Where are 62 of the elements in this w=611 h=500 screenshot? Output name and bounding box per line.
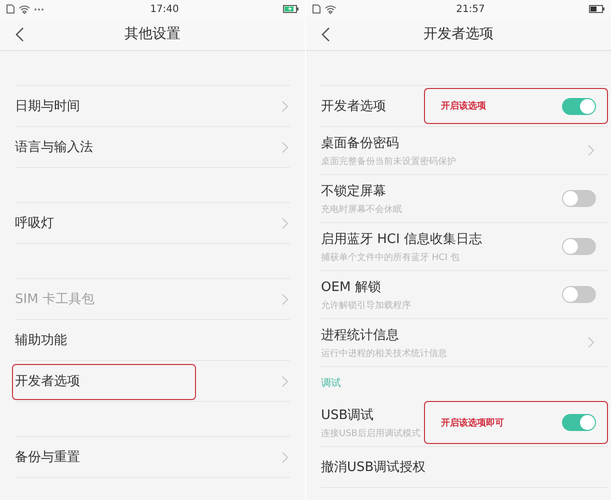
row-label: SIM 卡工具包 (15, 291, 94, 308)
row-label: 辅助功能 (15, 332, 67, 349)
row-label: 备份与重置 (15, 449, 80, 466)
chevron-icon (282, 142, 288, 152)
annotation-text: 开启该选项即可 (441, 416, 504, 429)
settings-row[interactable]: 呼吸灯 (15, 203, 290, 244)
row-label: 日期与时间 (15, 98, 80, 115)
toggle-switch[interactable] (562, 98, 596, 114)
chevron-icon (282, 100, 288, 112)
row-label: 不锁定屏幕 (321, 182, 387, 200)
settings-row[interactable]: 不锁定屏幕 充电时屏幕不会休眠 (321, 175, 608, 223)
toggle-switch[interactable] (562, 238, 596, 255)
row-description: 捕获单个文件中的所有蓝牙 HCI 包 (321, 252, 460, 264)
row-description: 充电时屏幕不会休眠 (321, 204, 402, 216)
status-time: 21:57 (456, 4, 485, 14)
more-icon (34, 8, 44, 10)
wifi-icon (19, 4, 30, 14)
settings-row[interactable]: 开发者选项 (15, 361, 290, 402)
section-header: 调试 (321, 376, 341, 390)
chevron-icon (282, 294, 288, 304)
row-label: USB调试 (321, 406, 375, 424)
status-time: 17:40 (150, 4, 179, 14)
back-icon[interactable] (15, 27, 24, 42)
toggle-switch[interactable] (562, 414, 596, 431)
settings-row[interactable]: 开发者选项 开启该选项 (321, 86, 608, 127)
screen-title: 其他设置 (124, 25, 180, 43)
chevron-icon (588, 145, 594, 156)
settings-row[interactable]: 备份与重置 (15, 437, 290, 478)
row-label: 桌面备份密码 (321, 134, 400, 152)
back-icon[interactable] (321, 27, 330, 42)
row-label: 进程统计信息 (321, 326, 400, 344)
settings-row[interactable]: OEM 解锁 允许解锁引导加载程序 (321, 271, 608, 319)
row-label: 开发者选项 (15, 373, 80, 390)
row-description: 桌面完整备份当前未设置密码保护 (321, 156, 456, 168)
settings-row[interactable]: 语言与输入法 (15, 127, 290, 168)
settings-row[interactable]: 进程统计信息 运行中进程的相关技术统计信息 (321, 319, 608, 367)
toggle-switch[interactable] (562, 286, 596, 303)
chevron-icon (282, 376, 288, 386)
row-label: 启用蓝牙 HCI 信息收集日志 (321, 230, 482, 248)
settings-row[interactable]: 启用蓝牙 HCI 信息收集日志 捕获单个文件中的所有蓝牙 HCI 包 (321, 223, 608, 271)
chevron-icon (282, 452, 288, 462)
sim-icon (6, 4, 15, 14)
settings-row[interactable]: 日期与时间 (15, 86, 290, 127)
row-description: 运行中进程的相关技术统计信息 (321, 348, 447, 360)
row-label: OEM 解锁 (321, 278, 382, 296)
screen-title: 开发者选项 (424, 25, 494, 43)
annotation-text: 开启该选项 (441, 100, 486, 112)
row-label: 撤消USB调试授权 (321, 459, 426, 476)
toggle-switch[interactable] (562, 190, 596, 207)
row-description: 允许解锁引导加载程序 (321, 300, 411, 312)
row-label: 呼吸灯 (15, 215, 54, 232)
settings-row[interactable]: USB调试 连接USB后启用调试模式 开启该选项即可 (321, 399, 608, 447)
settings-row[interactable]: 桌面备份密码 桌面完整备份当前未设置密码保护 (321, 127, 608, 175)
settings-row[interactable]: 撤消USB调试授权 (321, 447, 608, 488)
chevron-icon (282, 218, 288, 228)
settings-row[interactable]: 辅助功能 (15, 320, 290, 361)
chevron-icon (588, 337, 594, 348)
sim-icon (312, 4, 321, 14)
wifi-icon (325, 4, 336, 14)
row-description: 连接USB后启用调试模式 (321, 428, 420, 440)
row-label: 语言与输入法 (15, 139, 93, 156)
row-label: 开发者选项 (321, 98, 386, 115)
